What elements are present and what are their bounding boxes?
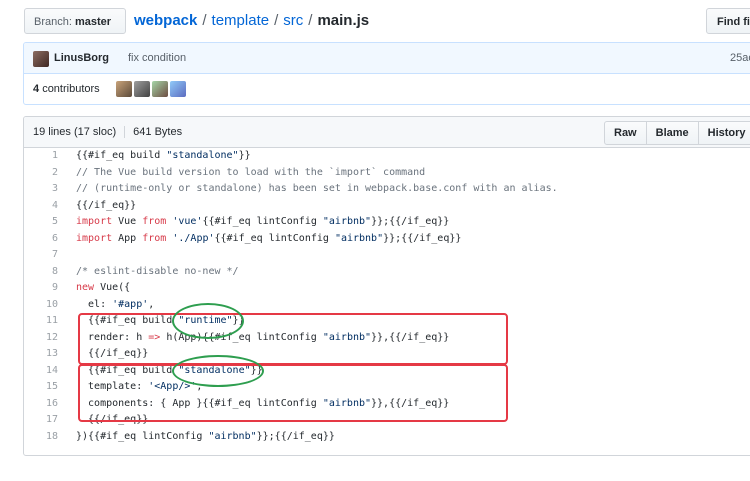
commit-author-link[interactable]: LinusBorg [54, 52, 109, 64]
commit-sha-link[interactable]: 25ac [730, 52, 750, 64]
breadcrumb-dir-template[interactable]: template [212, 12, 270, 29]
branch-name: master [74, 16, 112, 28]
line-number[interactable]: 4 [24, 198, 58, 215]
line-number[interactable]: 14 [24, 363, 58, 380]
line-code: {{#if_eq build "standalone"}} [76, 150, 251, 161]
breadcrumb-separator: / [308, 12, 313, 29]
file-size: 641 Bytes [133, 126, 183, 138]
line-number[interactable]: 11 [24, 313, 58, 330]
history-button[interactable]: History [697, 121, 750, 145]
code-line: 10 el: '#app', [24, 297, 750, 314]
line-number[interactable]: 12 [24, 330, 58, 347]
line-code: // The Vue build version to load with th… [76, 166, 426, 178]
contributor-avatar[interactable] [116, 81, 132, 97]
code-line: 18 }){{#if_eq lintConfig "airbnb"}};{{/if… [24, 429, 750, 446]
contributors-row: 4 contributors [24, 74, 750, 104]
contributors-link[interactable]: 4 contributors [33, 83, 100, 95]
author-avatar[interactable] [33, 51, 49, 67]
highlight-ellipse-runtime [172, 303, 244, 339]
line-number[interactable]: 3 [24, 181, 58, 198]
code-line: 5 import Vue from 'vue'{{#if_eq lintConfi… [24, 214, 750, 231]
line-code: /* eslint-disable no-new */ [76, 265, 239, 277]
raw-button[interactable]: Raw [604, 121, 647, 145]
line-number[interactable]: 5 [24, 214, 58, 231]
line-code: new Vue({ [76, 282, 131, 293]
file-actions: Raw Blame History [604, 121, 750, 145]
line-code: // (runtime-only or standalone) has been… [76, 183, 558, 194]
code-line: 9 new Vue({ [24, 280, 750, 297]
line-code: import App from './App'{{#if_eq lintConf… [76, 232, 462, 244]
file-info-divider [124, 126, 126, 139]
contributor-avatar[interactable] [170, 81, 186, 97]
contributor-avatar[interactable] [134, 81, 150, 97]
line-number[interactable]: 7 [24, 247, 58, 264]
line-number[interactable]: 1 [24, 148, 58, 165]
branch-prefix: Branch: [34, 16, 72, 28]
breadcrumb-repo-link[interactable]: webpack [134, 12, 197, 29]
line-number[interactable]: 13 [24, 346, 58, 363]
line-number[interactable]: 6 [24, 231, 58, 248]
line-code: {{/if_eq}} [76, 199, 137, 211]
contributors-count: 4 [33, 83, 40, 95]
contributor-avatar[interactable] [152, 81, 168, 97]
line-number[interactable]: 17 [24, 412, 58, 429]
highlight-ellipse-standalone [172, 355, 264, 387]
commit-message-link[interactable]: fix condition [128, 52, 186, 64]
blame-button[interactable]: Blame [645, 121, 699, 145]
code-line: 8 /* eslint-disable no-new */ [24, 264, 750, 281]
line-number[interactable]: 15 [24, 379, 58, 396]
find-file-button[interactable]: Find file [706, 8, 750, 34]
highlight-box-standalone [78, 364, 508, 422]
branch-select-button[interactable]: Branch: master ▼ [24, 8, 126, 53]
file-info: 19 lines (17 sloc) 641 Bytes [33, 126, 183, 139]
breadcrumb-file-name: main.js [317, 12, 370, 29]
code-line: 7 [24, 247, 750, 264]
breadcrumb-separator: / [202, 12, 207, 29]
code-line: 1 {{#if_eq build "standalone"}} [24, 148, 750, 165]
contributors-label: contributors [42, 83, 100, 95]
line-code: import Vue from 'vue'{{#if_eq lintConfig… [76, 216, 450, 227]
file-header: 19 lines (17 sloc) 641 Bytes Raw Blame Hi… [24, 117, 750, 148]
line-number[interactable]: 9 [24, 280, 58, 297]
breadcrumb-dir-src[interactable]: src [283, 12, 303, 29]
line-number[interactable]: 2 [24, 165, 58, 182]
line-number[interactable]: 18 [24, 429, 58, 446]
line-number[interactable]: 16 [24, 396, 58, 413]
code-line: 2 // The Vue build version to load with t… [24, 165, 750, 182]
code-line: 6 import App from './App'{{#if_eq lintCon… [24, 231, 750, 248]
code-line: 3 // (runtime-only or standalone) has bee… [24, 181, 750, 198]
line-code: }){{#if_eq lintConfig "airbnb"}};{{/if_e… [76, 430, 335, 442]
line-number[interactable]: 8 [24, 264, 58, 281]
code-line: 4 {{/if_eq}} [24, 198, 750, 215]
line-code: el: '#app', [76, 298, 155, 310]
contributor-avatars [116, 81, 186, 97]
breadcrumb-separator: / [274, 12, 279, 29]
commit-tease: LinusBorg fix condition 25ac 4 contribut… [23, 42, 750, 105]
file-lines-info: 19 lines (17 sloc) [33, 126, 117, 138]
highlight-box-runtime [78, 313, 508, 365]
latest-commit-bar: LinusBorg fix condition 25ac [24, 43, 750, 74]
line-number[interactable]: 10 [24, 297, 58, 314]
breadcrumb: webpack / template / src / main.js [134, 10, 369, 32]
